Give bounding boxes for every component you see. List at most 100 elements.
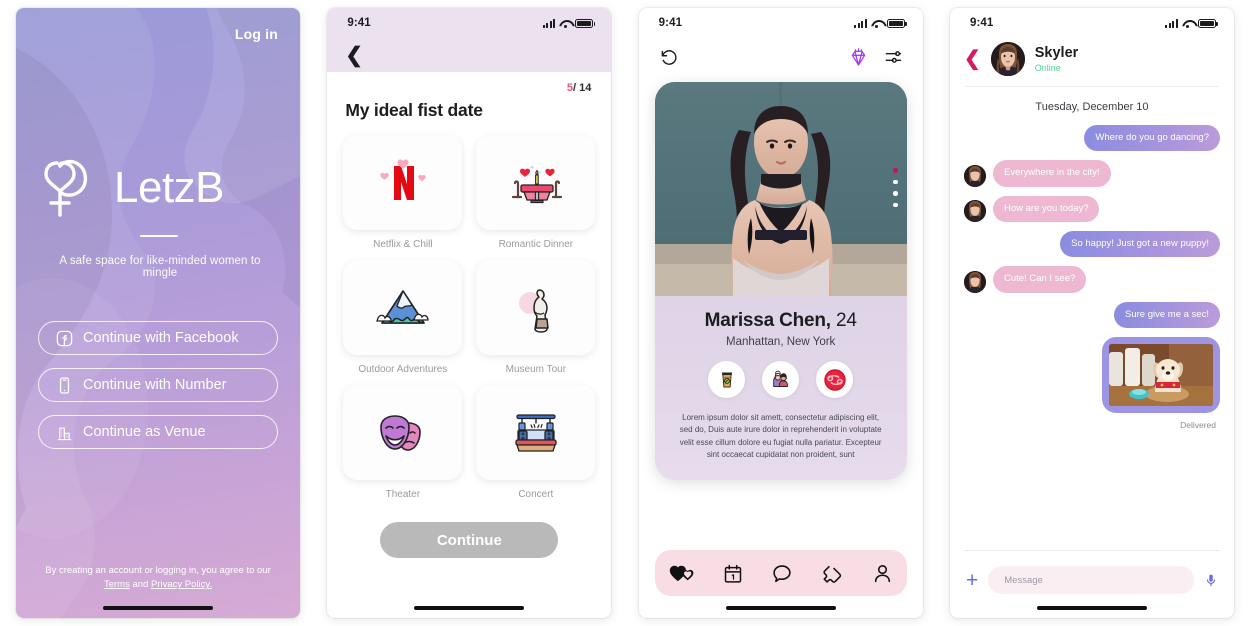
- message-bubble-outgoing[interactable]: So happy! Just got a new puppy!: [1060, 231, 1220, 258]
- photo-dot[interactable]: [893, 202, 898, 207]
- option-label: Netflix & Chill: [373, 239, 433, 250]
- wifi-icon: [559, 19, 571, 28]
- option-outdoor-adventures: Outdoor Adventures: [343, 260, 463, 375]
- message-row: Where do you go dancing?: [964, 125, 1220, 152]
- login-link[interactable]: Log in: [235, 26, 278, 42]
- battery-icon: [886, 18, 907, 28]
- profile-age: 24: [835, 310, 857, 331]
- picker-body: 5/ 14 My ideal fist date Netflix & Chill: [327, 72, 611, 558]
- status-time: 9:41: [969, 17, 994, 29]
- cancer-zodiac-icon: [823, 368, 846, 391]
- continue-as-venue-button[interactable]: Continue as Venue: [38, 415, 278, 450]
- onboarding-screen: Log in LetzB A safe space for like-minde…: [16, 8, 300, 618]
- message-bubble-outgoing[interactable]: Sure give me a sec!: [1114, 301, 1220, 329]
- option-card[interactable]: [343, 135, 463, 230]
- message-row: [964, 337, 1220, 414]
- chevron-left-icon[interactable]: ❮: [964, 49, 981, 69]
- badge-coffee[interactable]: [708, 361, 746, 398]
- input-divider: [963, 550, 1220, 551]
- photo-dot[interactable]: [893, 168, 898, 173]
- message-row: Everywhere in the city!: [963, 160, 1220, 187]
- home-indicator: [725, 606, 836, 610]
- option-card[interactable]: [343, 260, 463, 355]
- option-netflix-and-chill: Netflix & Chill: [343, 135, 463, 250]
- photo-pagination-dots[interactable]: [893, 168, 898, 207]
- plus-icon[interactable]: +: [966, 570, 978, 591]
- profile-bio: Lorem ipsum dolor sit amett, consectetur…: [679, 413, 882, 460]
- status-bar: 9:41: [327, 8, 611, 38]
- profile-info: Marissa Chen, 24 Manhattan, New York Lor…: [655, 296, 907, 480]
- brand-block: LetzB A safe space for like-minded women…: [16, 157, 300, 280]
- option-label: Romantic Dinner: [498, 239, 574, 250]
- legal-prefix: By creating an account or logging in, yo…: [45, 565, 271, 577]
- photo-dot[interactable]: [893, 179, 898, 184]
- cellular-bars-icon: [854, 18, 867, 28]
- ticket-icon: [823, 565, 842, 583]
- badge-cancer-zodiac[interactable]: [816, 361, 854, 398]
- sliders-icon[interactable]: [883, 47, 903, 67]
- continue-with-number-label: Continue with Number: [83, 377, 227, 394]
- avatar: [963, 270, 986, 293]
- phone-icon: [55, 376, 74, 395]
- contact-name: Skyler: [1034, 45, 1079, 62]
- tagline: A safe space for like-minded women to mi…: [59, 255, 261, 280]
- option-card[interactable]: [343, 385, 463, 480]
- photo-dot[interactable]: [893, 191, 898, 196]
- avatar[interactable]: [990, 42, 1025, 76]
- hearts-icon: [669, 565, 694, 582]
- option-label: Museum Tour: [505, 364, 567, 375]
- continue-with-facebook-label: Continue with Facebook: [83, 330, 239, 347]
- message-bubble-image[interactable]: [1101, 337, 1220, 414]
- privacy-policy-link[interactable]: Privacy Policy.: [151, 579, 212, 590]
- chevron-left-icon[interactable]: ❮: [345, 45, 363, 66]
- cellular-bars-icon: [1165, 18, 1178, 28]
- option-card[interactable]: [476, 135, 596, 230]
- discover-screen: 9:41 Marissa Chen, 24 Manhattan, New Yor…: [638, 8, 923, 618]
- continue-with-facebook-button[interactable]: Continue with Facebook: [38, 321, 278, 356]
- puppy-photo: [1108, 344, 1213, 407]
- profile-card[interactable]: Marissa Chen, 24 Manhattan, New York Lor…: [654, 82, 907, 480]
- brand-underline: [140, 234, 178, 238]
- option-concert: Concert: [476, 385, 596, 500]
- message-row: Cute! Can I see?: [963, 266, 1220, 293]
- tab-profile[interactable]: [872, 563, 893, 584]
- home-indicator: [1036, 606, 1147, 610]
- message-input[interactable]: Message: [988, 566, 1194, 594]
- message-bubble-incoming[interactable]: Everywhere in the city!: [992, 160, 1111, 187]
- diamond-icon[interactable]: [848, 47, 869, 68]
- microphone-icon[interactable]: [1204, 572, 1218, 589]
- tab-events[interactable]: [723, 563, 743, 584]
- tab-tickets[interactable]: [821, 563, 843, 584]
- legal-and: and: [129, 579, 151, 591]
- message-thread: Where do you go dancing? Everywhere in t…: [950, 125, 1234, 430]
- profile-location: Manhattan, New York: [725, 336, 836, 348]
- chat-contact: Skyler Online: [1035, 45, 1079, 73]
- step-total: / 14: [572, 82, 592, 94]
- message-bubble-outgoing[interactable]: Where do you go dancing?: [1084, 125, 1220, 152]
- tab-matches[interactable]: [669, 563, 695, 583]
- tab-messages[interactable]: [771, 563, 793, 584]
- continue-with-number-button[interactable]: Continue with Number: [38, 368, 278, 403]
- option-card[interactable]: [476, 260, 596, 355]
- message-row: So happy! Just got a new puppy!: [964, 231, 1220, 258]
- header-divider: [965, 86, 1218, 87]
- terms-link[interactable]: Terms: [104, 579, 130, 590]
- rewind-icon[interactable]: [659, 47, 679, 67]
- status-bar: 9:41: [639, 8, 923, 38]
- option-romantic-dinner: Romantic Dinner: [476, 135, 596, 250]
- status-bar: 9:41: [950, 8, 1234, 38]
- message-input-bar: + Message: [950, 550, 1234, 594]
- delivery-status: Delivered: [1180, 420, 1216, 431]
- chat-header: ❮ Skyler Online: [950, 38, 1234, 86]
- mountain-icon: [375, 289, 429, 324]
- continue-button[interactable]: Continue: [380, 522, 559, 558]
- page-title: My ideal fist date: [345, 100, 483, 120]
- discover-action-bar: [639, 38, 923, 76]
- badge-couple[interactable]: [762, 361, 800, 398]
- message-bubble-incoming[interactable]: Cute! Can I see?: [992, 266, 1087, 293]
- ideal-date-picker-screen: 9:41 ❮ 5/ 14 My ideal fist date Netflix …: [327, 8, 612, 618]
- option-theater: Theater: [343, 385, 463, 500]
- statue-icon: [518, 288, 549, 333]
- message-bubble-incoming[interactable]: How are you today?: [992, 195, 1100, 223]
- option-card[interactable]: [476, 385, 596, 480]
